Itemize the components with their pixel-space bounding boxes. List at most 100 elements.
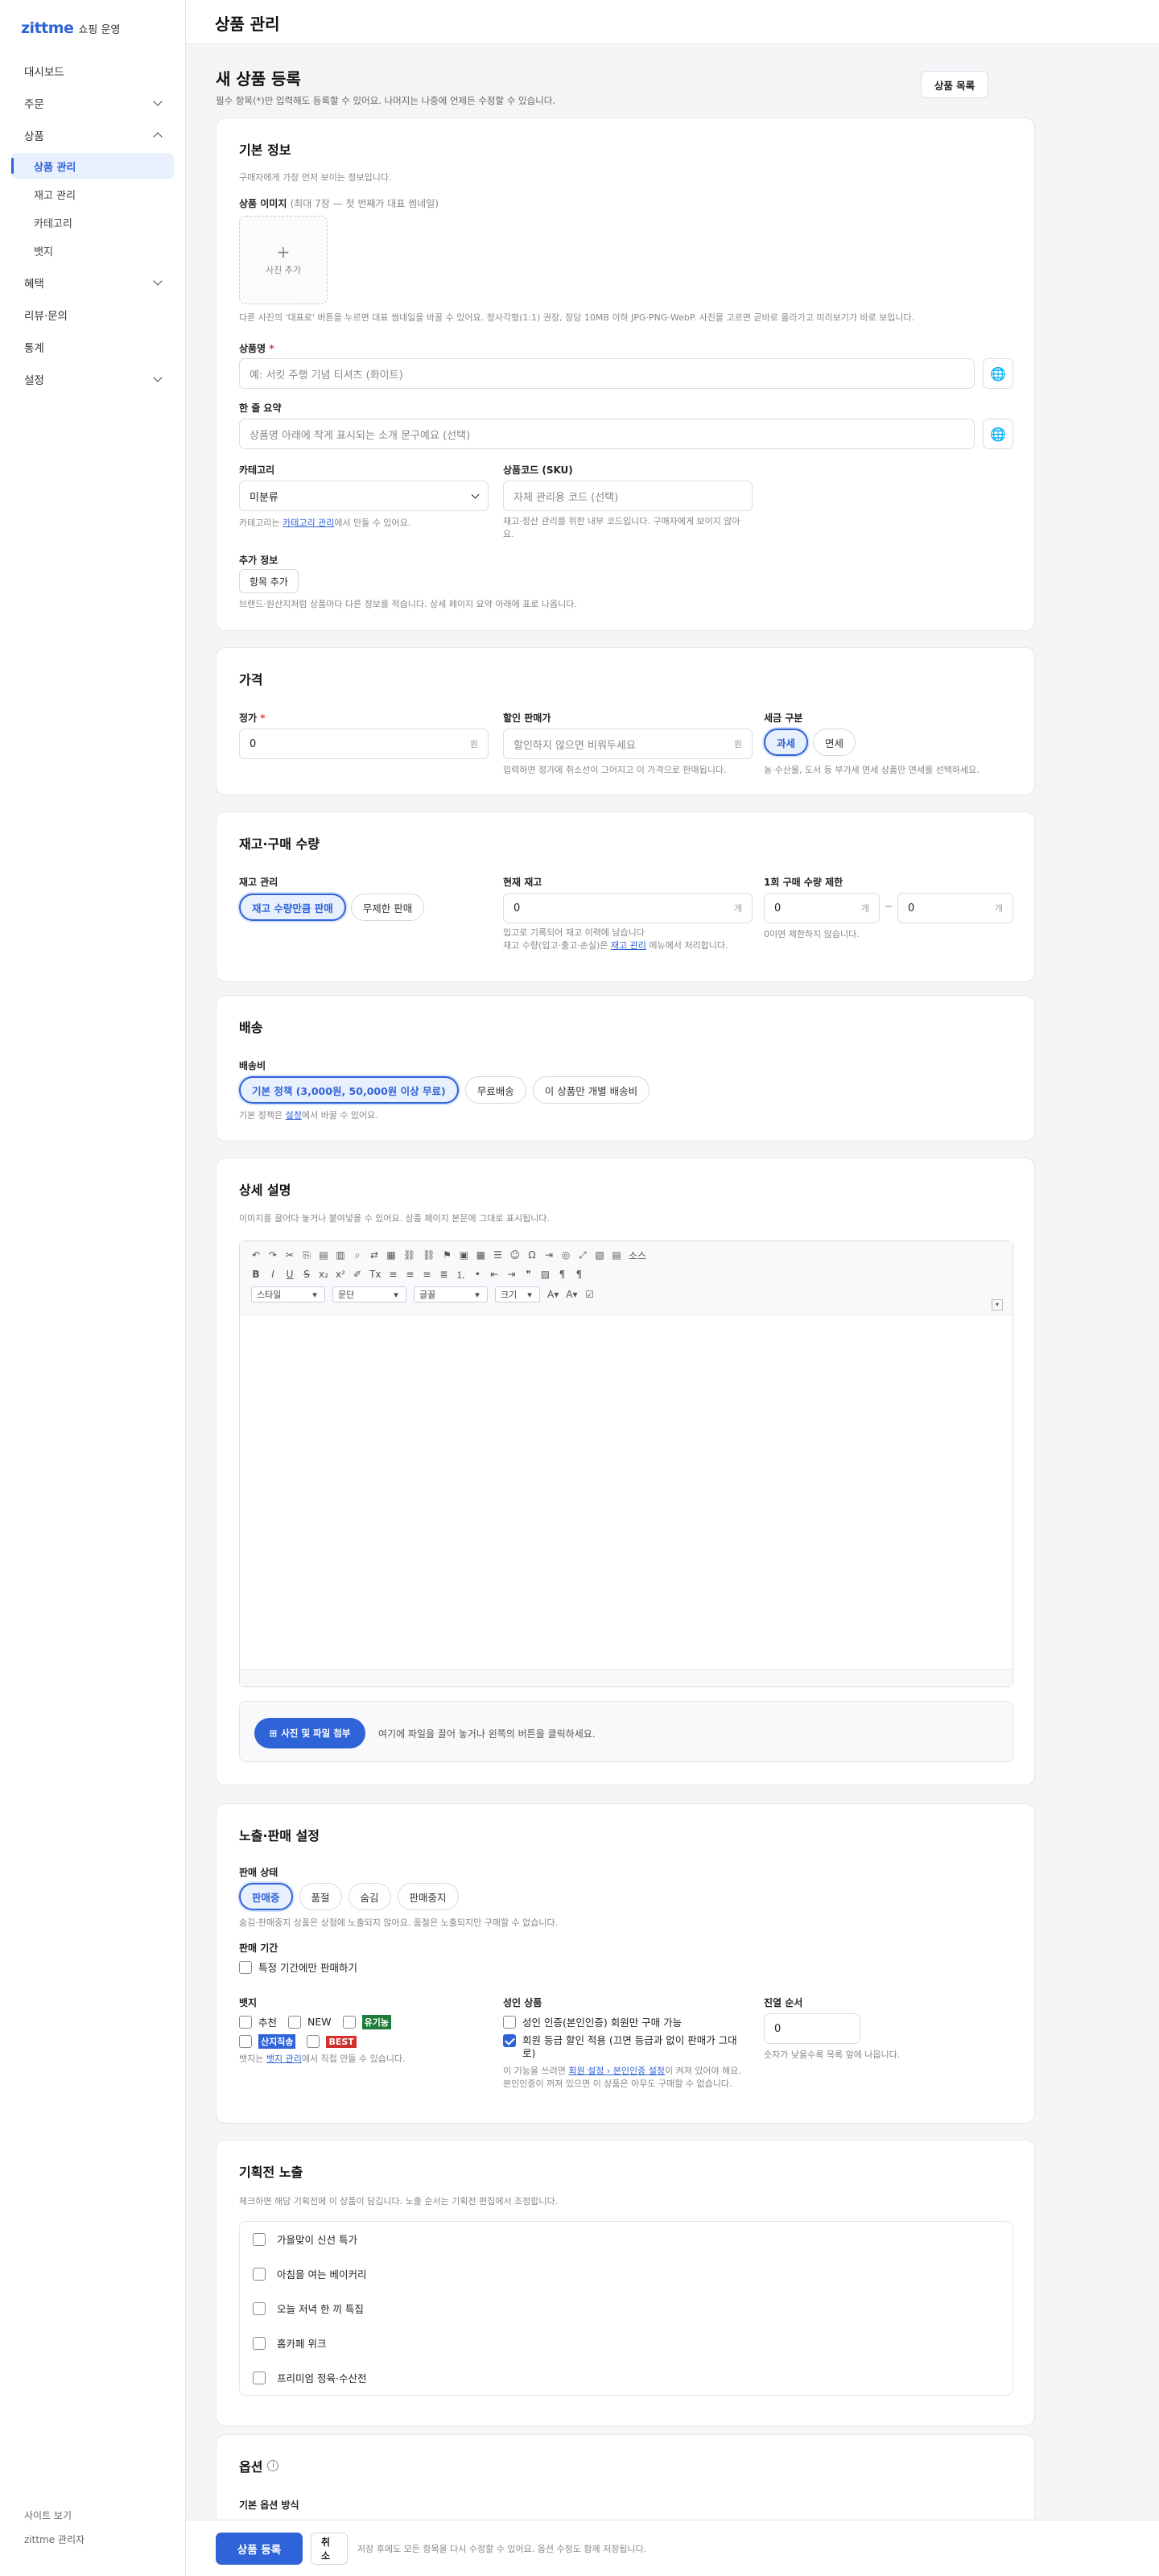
italic-icon[interactable]: I: [268, 1269, 278, 1280]
display-order-input[interactable]: 0: [764, 2013, 860, 2044]
checkbox[interactable]: [288, 2015, 302, 2029]
anchor-icon[interactable]: ⚑: [442, 1249, 452, 1261]
stock-manage-link[interactable]: 재고 관리: [611, 940, 646, 951]
status-option-stopped[interactable]: 판매중지: [397, 1883, 459, 1910]
spellcheck-icon[interactable]: ☑: [584, 1289, 594, 1300]
file-upload-zone[interactable]: ⊞ 사진 및 파일 첨부 여기에 파일을 끌어 놓거나 왼쪽의 버튼을 클릭하세요…: [239, 1701, 1013, 1762]
brand[interactable]: zittme 쇼핑 운영: [21, 19, 120, 37]
badge-check-best[interactable]: BEST: [307, 2035, 357, 2048]
view-site-link[interactable]: 사이트 보기: [24, 2504, 85, 2528]
list-price-input[interactable]: 0원: [239, 729, 489, 759]
grade-discount-checkbox[interactable]: [503, 2034, 516, 2047]
unlink-icon[interactable]: ⛓: [423, 1249, 435, 1261]
period-checkbox[interactable]: [239, 1960, 252, 1974]
image-icon[interactable]: ▣: [459, 1249, 468, 1261]
paragraph-select[interactable]: 문단 ▾: [332, 1286, 406, 1302]
summary-input[interactable]: 상품명 아래에 작게 표시되는 소개 문구예요 (선택): [239, 419, 975, 449]
badge-check-organic[interactable]: 유기농: [342, 2014, 391, 2029]
bullet-list-icon[interactable]: •: [472, 1269, 482, 1280]
exhibition-item[interactable]: 아침을 여는 베이커리: [240, 2256, 1013, 2291]
status-option-soldout[interactable]: 품절: [299, 1883, 342, 1910]
source-label[interactable]: 소스: [629, 1249, 646, 1262]
paste-icon[interactable]: ▤: [319, 1249, 328, 1261]
nav-orders[interactable]: 주문: [11, 89, 174, 117]
nav-category[interactable]: 카테고리: [11, 209, 174, 235]
undo-icon[interactable]: ↶: [251, 1249, 261, 1261]
remove-format-icon[interactable]: Tx: [369, 1269, 381, 1280]
add-extra-button[interactable]: 항목 추가: [239, 569, 299, 593]
nav-dashboard[interactable]: 대시보드: [11, 56, 174, 85]
checkbox[interactable]: [253, 2267, 266, 2281]
nav-products[interactable]: 상품: [11, 121, 174, 149]
cut-icon[interactable]: ✂: [285, 1249, 295, 1261]
align-right-icon[interactable]: ≡: [422, 1269, 431, 1280]
indent-icon[interactable]: ⇥: [506, 1269, 516, 1280]
nav-stats[interactable]: 통계: [11, 332, 174, 361]
maximize-icon[interactable]: ⤢: [578, 1249, 588, 1261]
status-option-on-sale[interactable]: 판매중: [239, 1883, 293, 1910]
nav-stock-manage[interactable]: 재고 관리: [11, 181, 174, 207]
nav-benefits[interactable]: 혜택: [11, 268, 174, 296]
bg-color-icon[interactable]: A▾: [566, 1289, 577, 1300]
search-icon[interactable]: ⌕: [353, 1249, 362, 1261]
redo-icon[interactable]: ↷: [268, 1249, 278, 1261]
ltr-icon[interactable]: ¶: [557, 1269, 567, 1280]
link-icon[interactable]: ⛓: [403, 1249, 415, 1261]
bold-icon[interactable]: B: [251, 1269, 261, 1280]
shipping-option-free[interactable]: 무료배송: [464, 1076, 526, 1104]
adult-checkbox[interactable]: [503, 2015, 516, 2029]
numbered-list-icon[interactable]: ⒈: [456, 1268, 465, 1282]
info-icon[interactable]: i: [267, 2460, 279, 2471]
superscript-icon[interactable]: x²: [336, 1269, 345, 1280]
badge-check-new[interactable]: NEW: [288, 2015, 332, 2029]
source-icon[interactable]: ▤: [612, 1249, 621, 1261]
exhibition-item[interactable]: 프리미엄 정육·수산전: [240, 2360, 1013, 2395]
style-select[interactable]: 스타일 ▾: [251, 1286, 325, 1302]
special-char-icon[interactable]: Ω: [527, 1249, 537, 1261]
table-icon[interactable]: ▦: [476, 1249, 485, 1261]
shipping-option-default[interactable]: 기본 정책 (3,000원, 50,000원 이상 무료): [239, 1076, 459, 1104]
product-name-input[interactable]: 예: 서킷 주행 기념 티셔츠 (화이트): [239, 358, 975, 389]
outdent-icon[interactable]: ⇤: [489, 1269, 499, 1280]
rtl-icon[interactable]: ¶: [574, 1269, 584, 1280]
settings-link[interactable]: 설정: [286, 1110, 302, 1121]
nav-reviews[interactable]: 리뷰·문의: [11, 300, 174, 328]
adult-check-row[interactable]: 성인 인증(본인인증) 회원만 구매 가능: [503, 2014, 744, 2029]
limit-min-input[interactable]: 0개: [764, 893, 880, 923]
category-select[interactable]: 미분류: [239, 481, 489, 511]
add-photo-button[interactable]: + 사진 추가: [239, 216, 328, 304]
checkbox[interactable]: [239, 2035, 252, 2048]
exhibition-item[interactable]: 가을맞이 신선 특가: [240, 2222, 1013, 2256]
blocks-icon[interactable]: ▧: [595, 1249, 604, 1261]
checkbox[interactable]: [253, 2301, 266, 2315]
underline-icon[interactable]: U: [285, 1269, 295, 1280]
text-color-icon[interactable]: A▾: [547, 1289, 559, 1300]
checkbox[interactable]: [253, 2336, 266, 2350]
attach-files-button[interactable]: ⊞ 사진 및 파일 첨부: [254, 1718, 365, 1748]
size-select[interactable]: 크기 ▾: [495, 1286, 540, 1302]
verification-settings-link[interactable]: 회원 설정 › 본인인증 설정: [568, 2066, 665, 2076]
nav-badge[interactable]: 뱃지: [11, 237, 174, 263]
period-checkbox-row[interactable]: 특정 기간에만 판매하기: [239, 1959, 357, 1975]
select-all-icon[interactable]: ▦: [386, 1249, 396, 1261]
copy-icon[interactable]: ⎘: [302, 1249, 311, 1261]
badge-check-direct[interactable]: 산지직송: [239, 2034, 296, 2049]
checkbox[interactable]: [307, 2035, 320, 2048]
category-manage-link[interactable]: 카테고리 관리: [283, 518, 334, 528]
format-painter-icon[interactable]: ✐: [353, 1269, 362, 1280]
globe-icon[interactable]: 🌐: [983, 419, 1013, 449]
current-stock-input[interactable]: 0개: [503, 893, 753, 923]
limit-max-input[interactable]: 0개: [897, 893, 1013, 923]
rich-text-editor[interactable]: ↶ ↷ ✂ ⎘ ▤ ▥ ⌕ ⇄ ▦ ⛓ ⛓ ⚑ ▣ ▦ ☰ ☺ Ω ⇥ ◎ ⤢ ▧ ▤ 소스 B I U Sx₂ x² ✐…: [239, 1241, 1013, 1687]
sku-input[interactable]: 자체 관리용 코드 (선택): [503, 481, 753, 511]
stock-option-unlimited[interactable]: 무제한 판매: [350, 894, 425, 921]
font-select[interactable]: 글꼴 ▾: [414, 1286, 488, 1302]
blockquote-icon[interactable]: ❞: [523, 1269, 533, 1280]
stock-option-limited[interactable]: 재고 수량만큼 판매: [239, 894, 346, 921]
checkbox[interactable]: [253, 2371, 266, 2384]
exhibition-item[interactable]: 홈카페 위크: [240, 2326, 1013, 2360]
submit-button[interactable]: 상품 등록: [216, 2533, 303, 2565]
badge-manage-link[interactable]: 뱃지 관리: [266, 2054, 302, 2064]
pagebreak-icon[interactable]: ⇥: [544, 1249, 554, 1261]
div-icon[interactable]: ▨: [540, 1269, 550, 1280]
